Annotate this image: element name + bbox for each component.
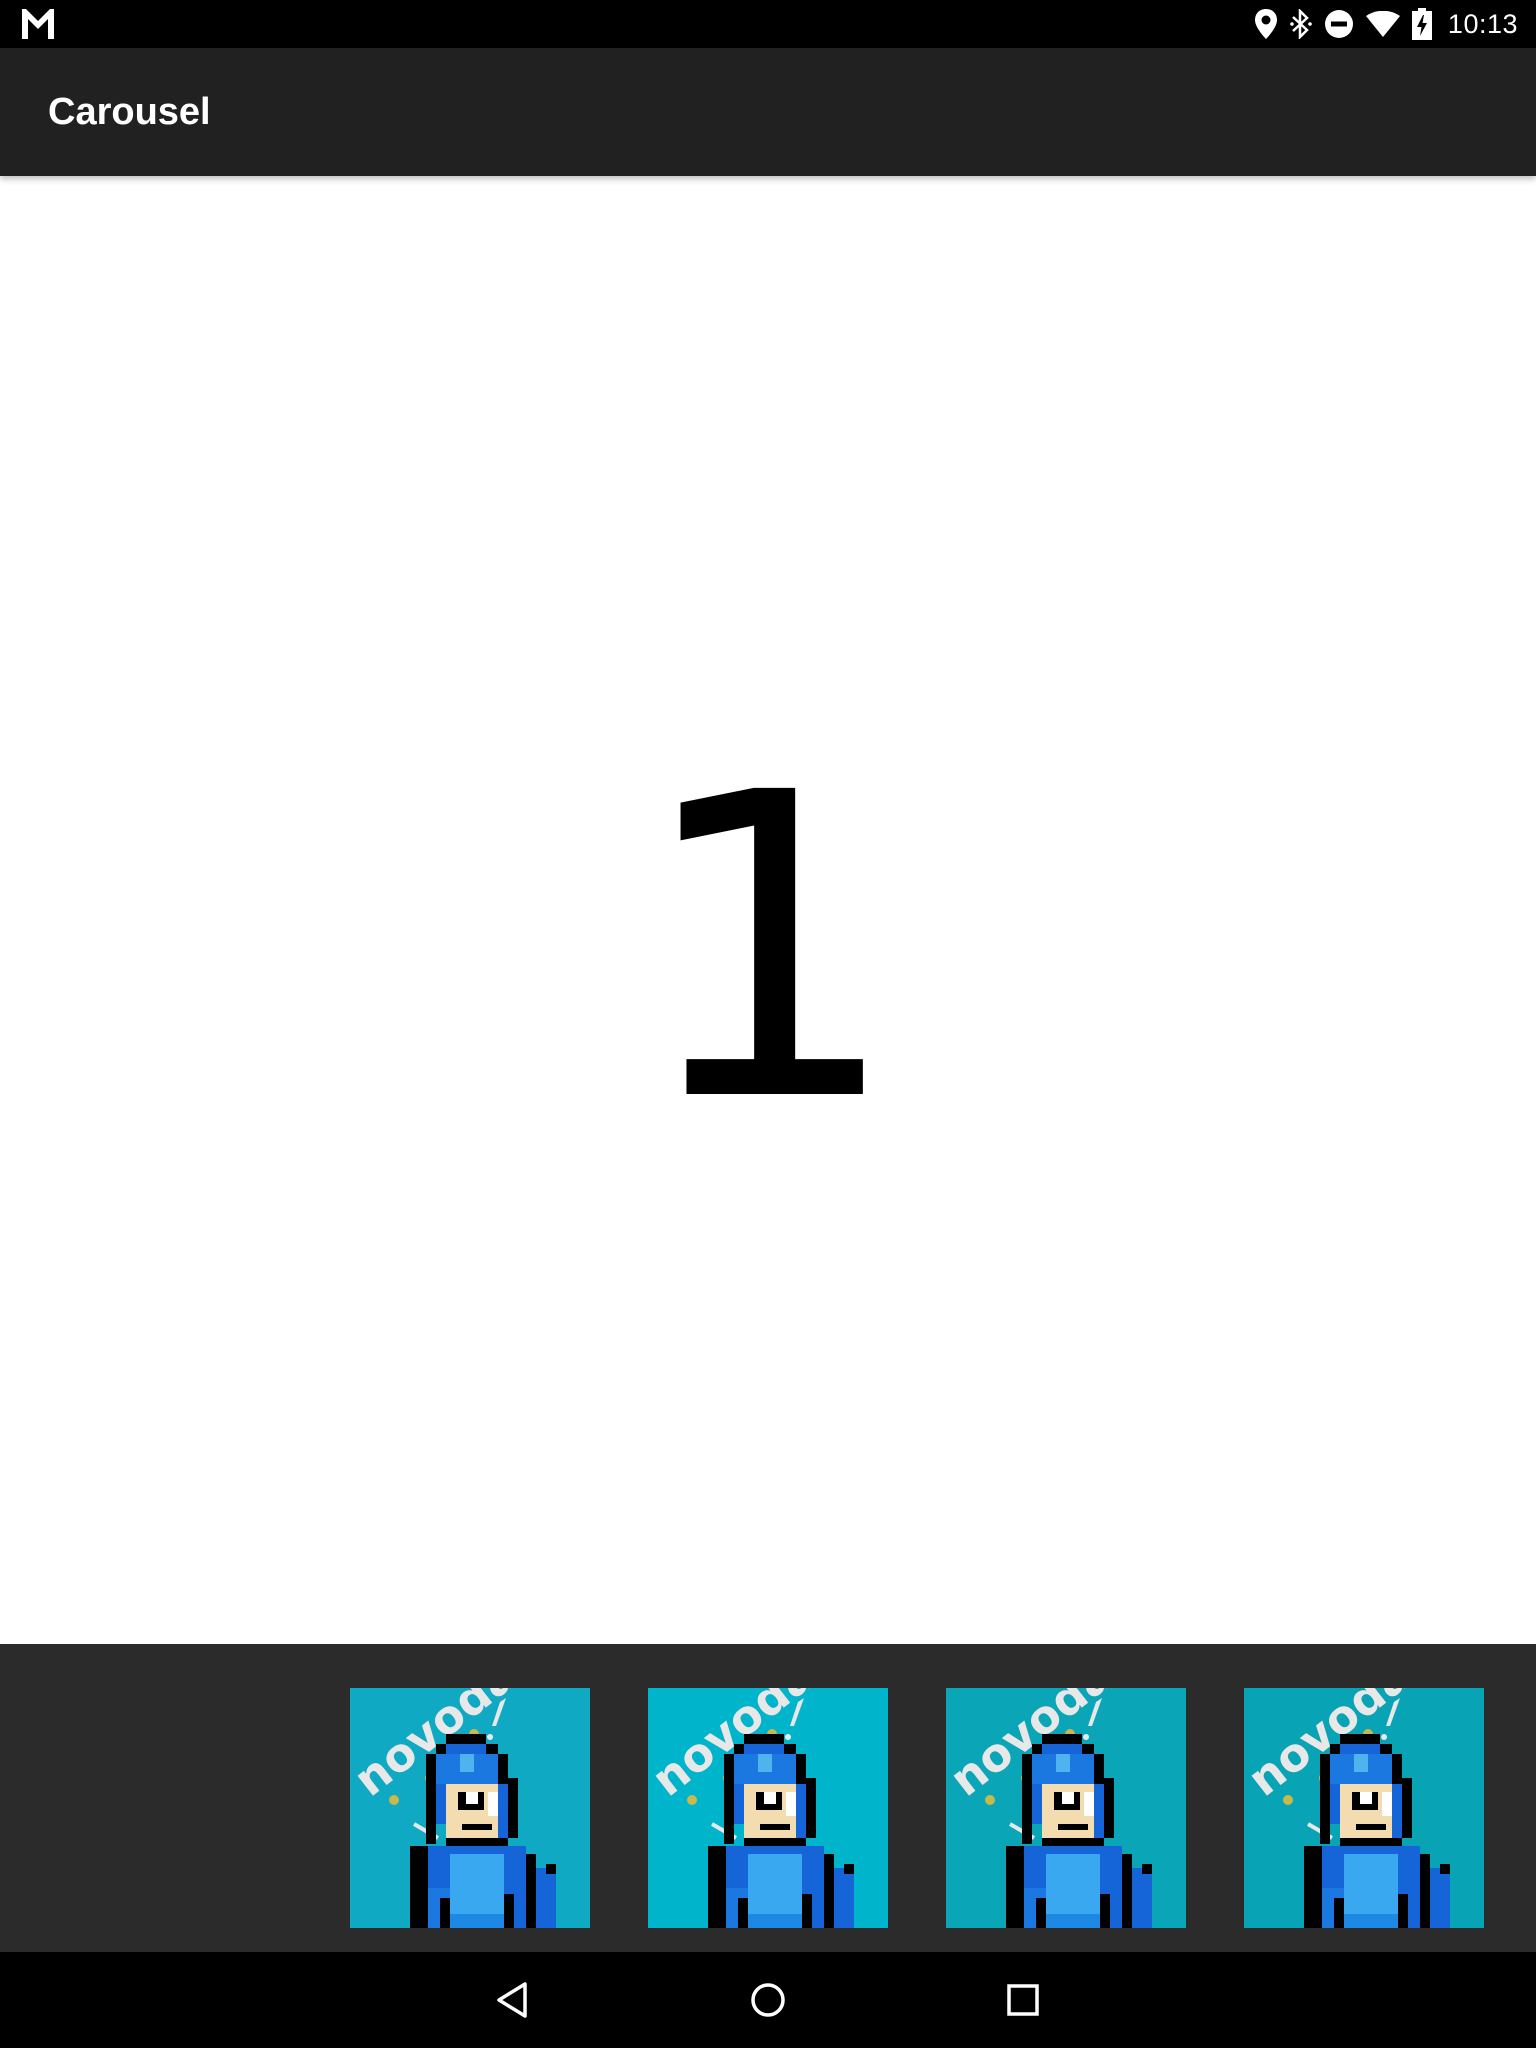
carousel-page[interactable]: 1 (0, 176, 1536, 1644)
mega-man-logo-image: novoda (350, 1688, 590, 1928)
home-icon (751, 1983, 785, 2017)
mega-man-logo-image: novoda (1244, 1688, 1484, 1928)
home-button[interactable] (744, 1976, 792, 2024)
status-time: 10:13 (1447, 8, 1518, 39)
back-icon (497, 1982, 527, 2018)
carousel-thumbnail[interactable]: novoda (648, 1688, 888, 1928)
location-icon (1254, 9, 1278, 39)
carousel-thumbnail[interactable]: novoda (350, 1688, 590, 1928)
bluetooth-icon (1290, 9, 1312, 39)
carousel-thumbnail-strip[interactable]: novoda novoda novoda novoda (0, 1644, 1536, 1952)
mega-man-logo-image: novoda (946, 1688, 1186, 1928)
app-bar: Carousel (0, 48, 1536, 176)
recents-button[interactable] (999, 1976, 1047, 2024)
do-not-disturb-icon (1324, 9, 1354, 39)
carousel-thumbnail[interactable]: novoda (946, 1688, 1186, 1928)
recents-icon (1007, 1984, 1039, 2016)
status-icons: 10:13 (1254, 0, 1518, 48)
gmail-icon (22, 9, 54, 39)
back-button[interactable] (489, 1976, 537, 2024)
navigation-bar (0, 1952, 1536, 2048)
status-bar: 10:13 (0, 0, 1536, 48)
carousel-thumbnail[interactable]: novoda (1244, 1688, 1484, 1928)
wifi-icon (1365, 11, 1400, 37)
mega-man-logo-image: novoda (648, 1688, 888, 1928)
battery-charging-icon (1411, 8, 1432, 40)
app-title: Carousel (48, 91, 211, 133)
screen: 10:13 Carousel 1 novoda novoda novoda no… (0, 0, 1536, 2048)
page-number: 1 (634, 705, 902, 1194)
